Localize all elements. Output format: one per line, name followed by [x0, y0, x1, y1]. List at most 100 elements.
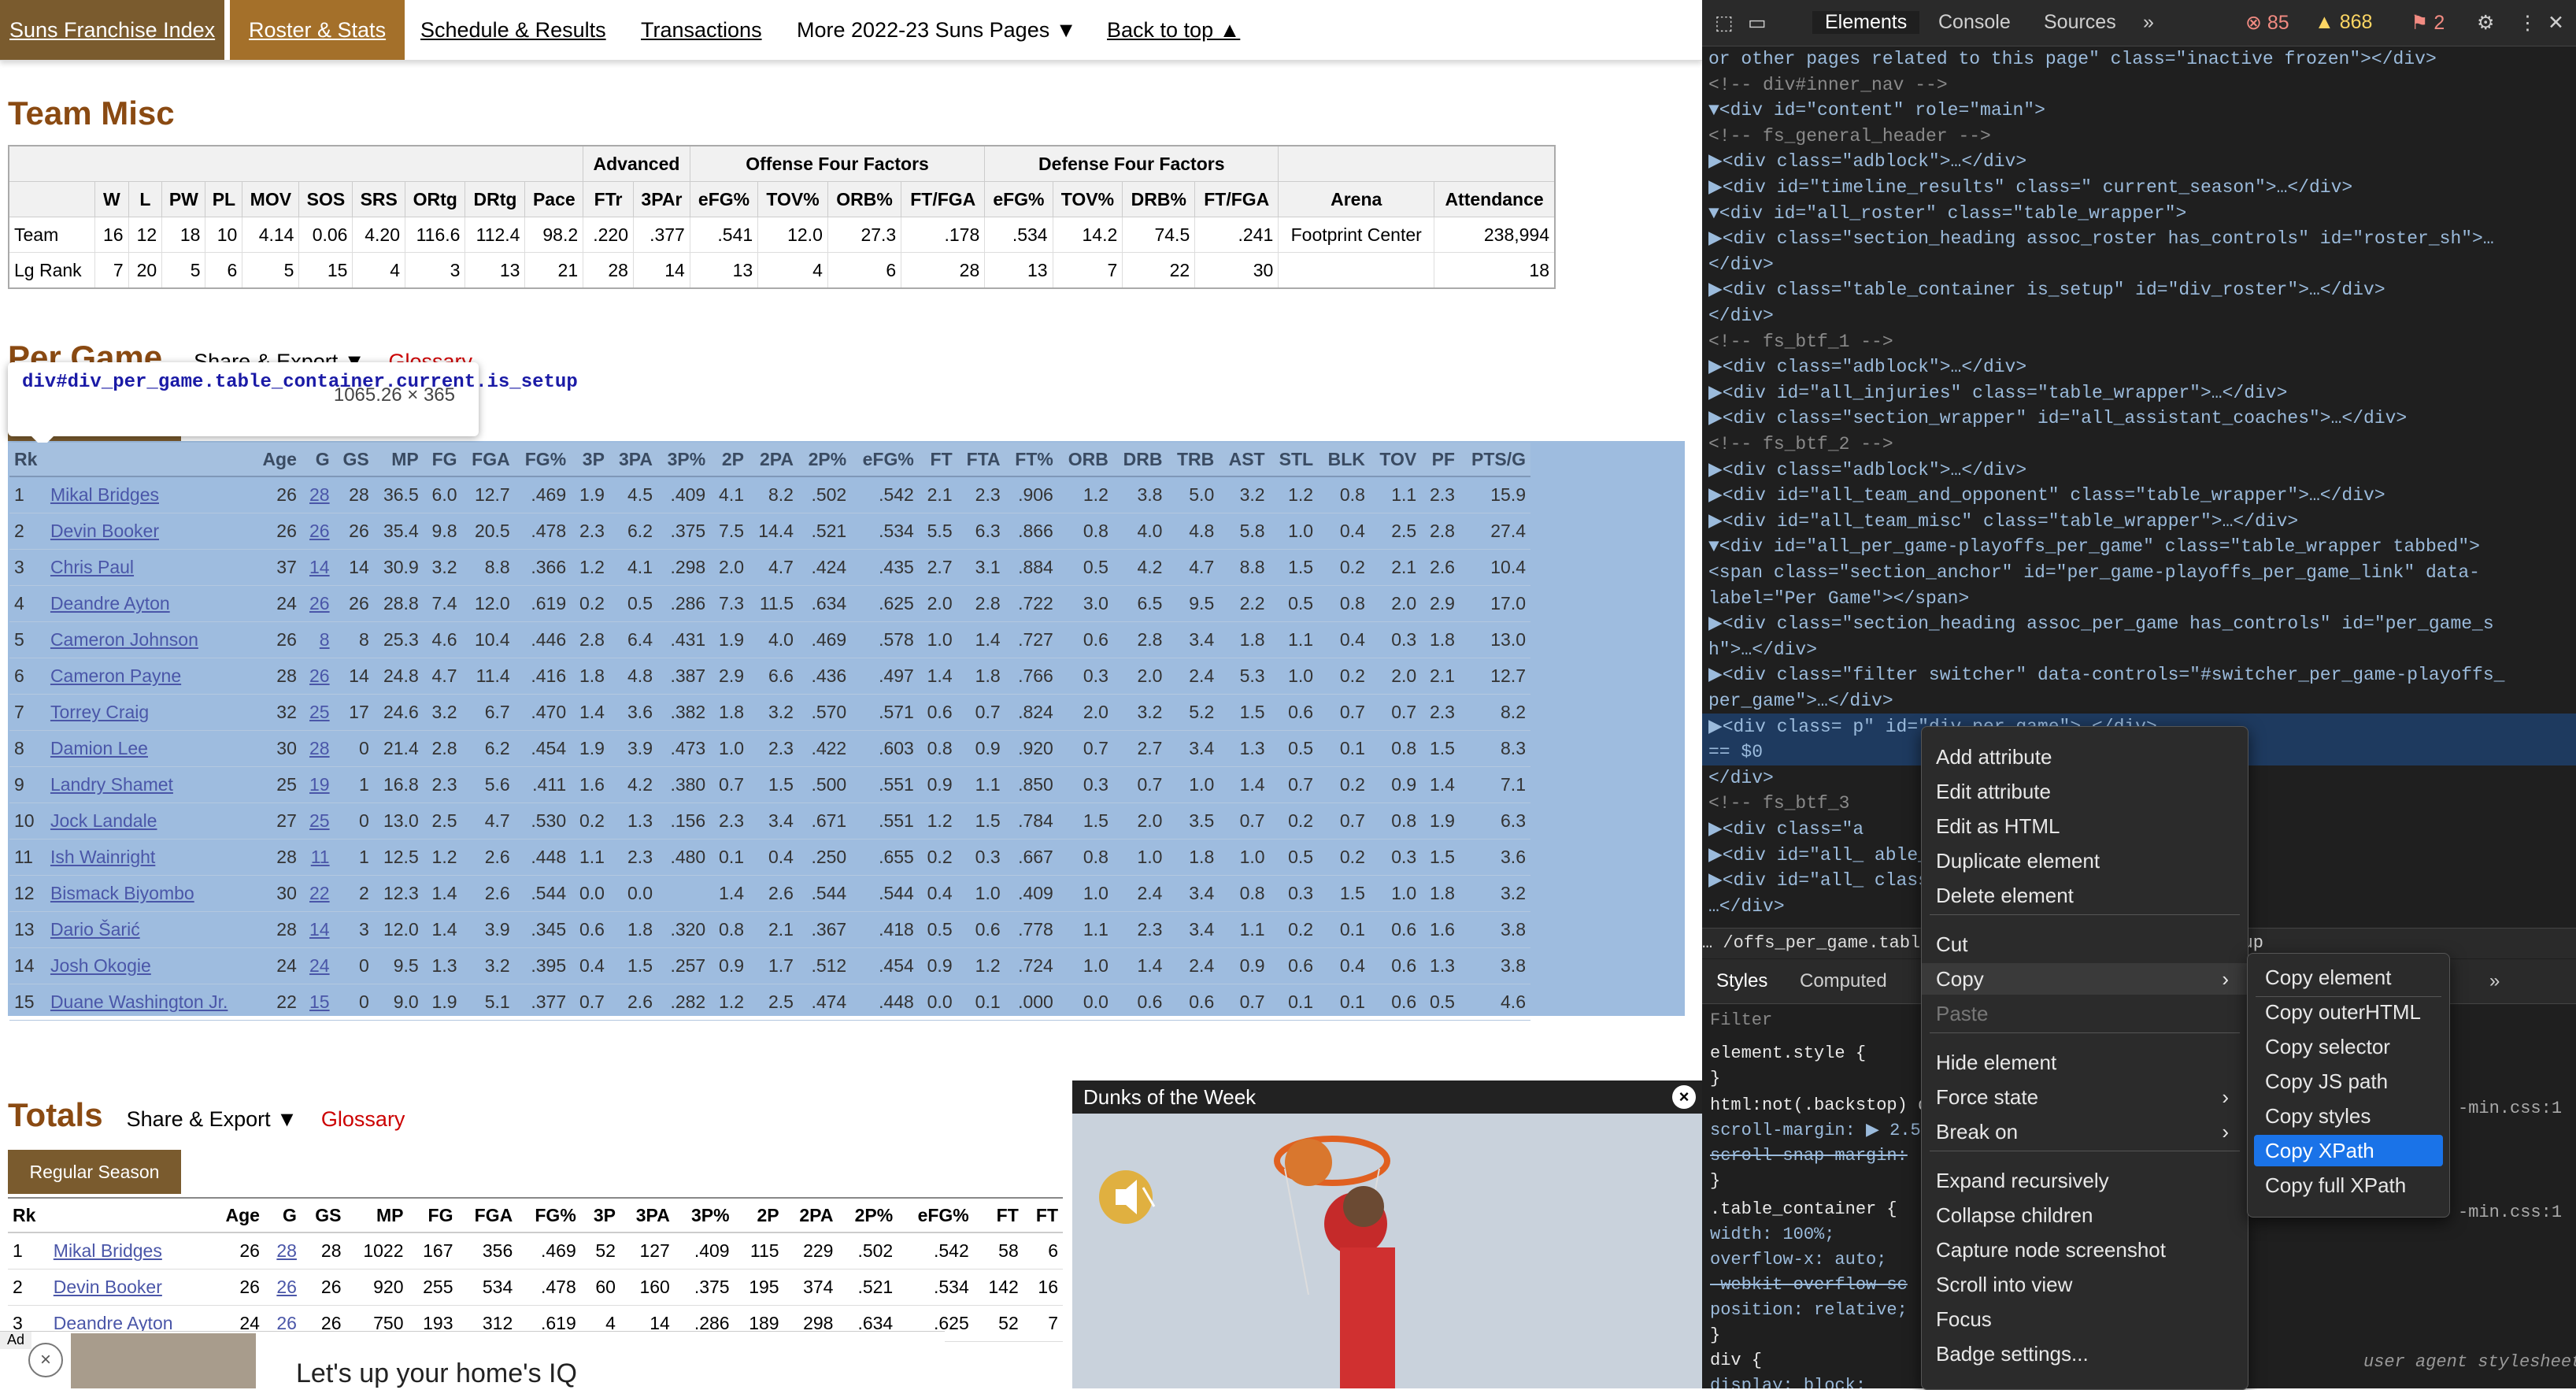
ad-text[interactable]: Let's up your home's IQ	[296, 1358, 577, 1388]
games-link[interactable]: 14	[309, 557, 330, 577]
dom-node[interactable]: ▶<div class="section_heading assoc_roste…	[1702, 225, 2576, 252]
dom-node[interactable]: label="Per Game"></span>	[1702, 585, 2576, 612]
column-header[interactable]: Rk	[8, 1198, 49, 1233]
column-header[interactable]: 3P%	[657, 443, 711, 477]
games-link[interactable]: 26	[309, 593, 330, 613]
games-link[interactable]: 28	[309, 738, 330, 758]
column-header[interactable]: 3P	[580, 1198, 620, 1233]
context-menu-item[interactable]: Add attribute	[1922, 741, 2248, 773]
submenu-item[interactable]: Copy element	[2254, 962, 2443, 993]
column-header[interactable]: FG%	[517, 1198, 581, 1233]
close-icon[interactable]: ×	[28, 1343, 63, 1377]
column-header[interactable]: G	[264, 1198, 302, 1233]
dom-node[interactable]: ▶<div class="adblock">…</div>	[1702, 457, 2576, 484]
dom-node[interactable]: ▶<div id="all_team_and_opponent" class="…	[1702, 482, 2576, 509]
player-link[interactable]: Torrey Craig	[50, 702, 149, 722]
column-header[interactable]: 3P	[571, 443, 609, 477]
inspect-icon[interactable]: ⬚	[1715, 11, 1734, 35]
ad-thumbnail[interactable]	[71, 1333, 256, 1388]
player-link[interactable]: Jock Landale	[50, 810, 157, 831]
dom-node[interactable]: </div>	[1702, 251, 2576, 278]
context-menu-item[interactable]: Cut	[1922, 929, 2248, 960]
column-header[interactable]: 2P%	[838, 1198, 898, 1233]
tab-elements[interactable]: Elements	[1812, 11, 1920, 34]
games-link[interactable]: 15	[309, 992, 330, 1012]
tab-styles[interactable]: Styles	[1716, 970, 1767, 992]
video-player[interactable]: Dunks of the Week ×	[1072, 1080, 1702, 1388]
nav-more-pages[interactable]: More 2022-23 Suns Pages ▼	[797, 11, 1076, 49]
dom-node[interactable]: <!-- fs_general_header -->	[1702, 123, 2576, 150]
games-link[interactable]: 26	[309, 521, 330, 541]
context-menu-item[interactable]: Break on ›	[1922, 1116, 2248, 1147]
column-header[interactable]: AST	[1219, 443, 1270, 477]
context-menu-item[interactable]: Expand recursively	[1922, 1165, 2248, 1196]
tab-sources[interactable]: Sources	[2044, 11, 2116, 34]
tab-computed[interactable]: Computed	[1800, 970, 1887, 992]
column-header[interactable]	[45, 443, 254, 477]
player-link[interactable]: Josh Okogie	[50, 955, 151, 976]
player-link[interactable]: Cameron Johnson	[50, 629, 198, 650]
column-header[interactable]: eFG%	[898, 1198, 974, 1233]
games-link[interactable]: 28	[276, 1240, 297, 1261]
style-source[interactable]: -min.css:1	[2458, 1096, 2562, 1121]
dom-node[interactable]: ▼<div id="content" role="main">	[1702, 97, 2576, 124]
context-menu-item[interactable]: Collapse children	[1922, 1199, 2248, 1231]
submenu-item[interactable]: Copy XPath	[2254, 1135, 2443, 1166]
column-header[interactable]: Rk	[9, 443, 46, 477]
column-header[interactable]: FG	[408, 1198, 458, 1233]
nav-schedule-results[interactable]: Schedule & Results	[420, 11, 606, 49]
tab-console[interactable]: Console	[1938, 11, 2011, 34]
close-icon[interactable]: ×	[1672, 1085, 1696, 1109]
context-menu-item[interactable]: Edit as HTML	[1922, 810, 2248, 842]
dom-node[interactable]: <span class="section_anchor" id="per_gam…	[1702, 559, 2576, 586]
context-menu-item[interactable]: Scroll into view	[1922, 1269, 2248, 1300]
games-link[interactable]: 14	[309, 919, 330, 940]
player-link[interactable]: Devin Booker	[54, 1277, 162, 1297]
games-link[interactable]: 22	[309, 883, 330, 903]
dom-node[interactable]: per_game">…</div>	[1702, 688, 2576, 714]
dom-node[interactable]: ▶<div class="section_wrapper" id="all_as…	[1702, 405, 2576, 432]
glossary-link[interactable]: Glossary	[321, 1107, 405, 1131]
dom-node[interactable]: ▼<div id="all_per_game-playoffs_per_game…	[1702, 533, 2576, 560]
player-link[interactable]: Devin Booker	[50, 521, 159, 541]
column-header[interactable]: FTA	[957, 443, 1005, 477]
device-toolbar-icon[interactable]: ▭	[1748, 11, 1767, 35]
column-header[interactable]	[48, 1198, 210, 1233]
dom-node[interactable]: h">…</div>	[1702, 636, 2576, 663]
nav-transactions[interactable]: Transactions	[641, 11, 762, 49]
player-link[interactable]: Chris Paul	[50, 557, 134, 577]
games-link[interactable]: 28	[309, 484, 330, 505]
error-count[interactable]: ⊗ 85	[2245, 11, 2289, 35]
filter-input[interactable]: Filter	[1710, 1008, 1772, 1033]
dom-node[interactable]: ▶<div class="section_heading assoc_per_g…	[1702, 610, 2576, 637]
column-header[interactable]: G	[301, 443, 335, 477]
column-header[interactable]: 2P	[710, 443, 749, 477]
more-tabs-icon[interactable]: »	[2143, 11, 2154, 34]
column-header[interactable]: STL	[1269, 443, 1319, 477]
column-header[interactable]: FT%	[1005, 443, 1058, 477]
column-header[interactable]: GS	[301, 1198, 346, 1233]
games-link[interactable]: 8	[320, 629, 330, 650]
column-header[interactable]: 2P	[734, 1198, 784, 1233]
games-link[interactable]: 19	[309, 774, 330, 795]
dom-node[interactable]: ▼<div id="all_roster" class="table_wrapp…	[1702, 200, 2576, 227]
column-header[interactable]: Age	[209, 1198, 265, 1233]
player-link[interactable]: Mikal Bridges	[50, 484, 159, 505]
context-menu-item[interactable]: Force state ›	[1922, 1081, 2248, 1113]
kebab-menu-icon[interactable]: ⋮	[2518, 11, 2537, 35]
column-header[interactable]: DRB	[1112, 443, 1168, 477]
column-header[interactable]: BLK	[1318, 443, 1370, 477]
column-header[interactable]: TRB	[1167, 443, 1220, 477]
dom-node[interactable]: ▶<div id="timeline_results" class=" curr…	[1702, 174, 2576, 201]
games-link[interactable]: 26	[309, 665, 330, 686]
player-link[interactable]: Landry Shamet	[50, 774, 173, 795]
games-link[interactable]: 25	[309, 810, 330, 831]
column-header[interactable]: 3P%	[674, 1198, 735, 1233]
column-header[interactable]: FT	[1023, 1198, 1063, 1233]
more-tabs-icon[interactable]: »	[2489, 970, 2500, 992]
column-header[interactable]: MP	[373, 443, 424, 477]
dom-node[interactable]: ▶<div id="all_team_misc" class="table_wr…	[1702, 508, 2576, 535]
column-header[interactable]: ORB	[1057, 443, 1113, 477]
context-menu-item[interactable]: Paste	[1922, 998, 2248, 1029]
column-header[interactable]: FGA	[457, 1198, 518, 1233]
